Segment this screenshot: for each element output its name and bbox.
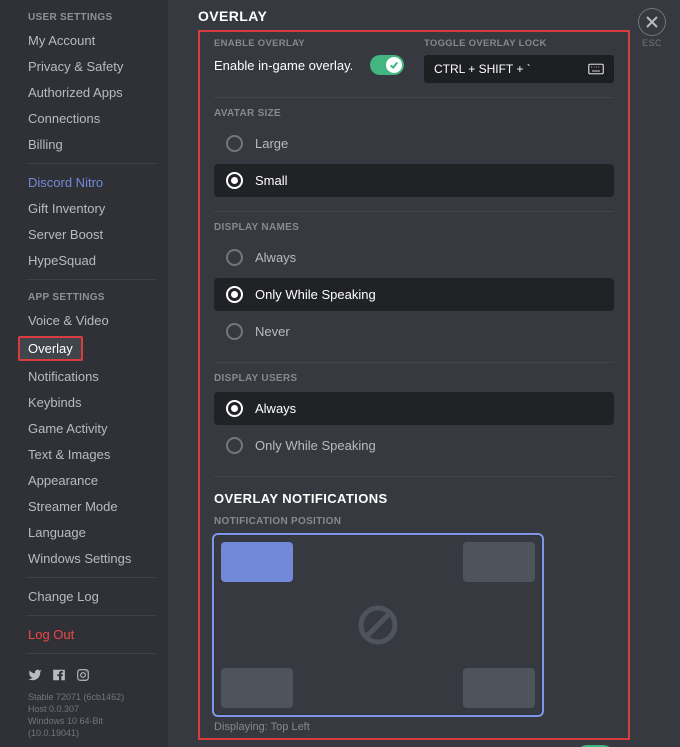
close-label: ESC (638, 38, 666, 48)
notification-position-header: NOTIFICATION POSITION (214, 516, 614, 527)
close-button[interactable]: ESC (638, 8, 666, 48)
user-settings-header: USER SETTINGS (18, 6, 160, 27)
separator (26, 163, 156, 164)
build-info: Stable 72071 (6cb1462) Host 0.0.307 Wind… (18, 691, 160, 739)
social-links (18, 660, 160, 691)
radio-icon (226, 135, 243, 152)
page-title: OVERLAY (198, 8, 630, 24)
radio-icon (226, 172, 243, 189)
sidebar-item-overlay[interactable]: Overlay (18, 336, 83, 361)
displaying-label: Displaying: Top Left (214, 721, 614, 733)
sidebar-item-server-boost[interactable]: Server Boost (18, 222, 160, 247)
settings-sidebar: USER SETTINGS My Account Privacy & Safet… (0, 0, 168, 747)
hotkey-value: CTRL + SHIFT + ` (434, 62, 531, 76)
display-names-only-speaking[interactable]: Only While Speaking (214, 278, 614, 311)
sidebar-item-voice-video[interactable]: Voice & Video (18, 308, 160, 333)
divider (214, 97, 614, 98)
position-top-left[interactable] (221, 542, 293, 582)
radio-icon (226, 323, 243, 340)
divider (214, 211, 614, 212)
radio-icon (226, 249, 243, 266)
radio-icon (226, 400, 243, 417)
avatar-size-small[interactable]: Small (214, 164, 614, 197)
sidebar-item-connections[interactable]: Connections (18, 106, 160, 131)
display-users-only-speaking[interactable]: Only While Speaking (214, 429, 614, 462)
sidebar-item-game-activity[interactable]: Game Activity (18, 416, 160, 441)
toggle-lock-header: TOGGLE OVERLAY LOCK (424, 38, 614, 49)
divider (214, 362, 614, 363)
sidebar-item-windows-settings[interactable]: Windows Settings (18, 546, 160, 571)
display-names-never[interactable]: Never (214, 315, 614, 348)
sidebar-item-my-account[interactable]: My Account (18, 28, 160, 53)
sidebar-item-language[interactable]: Language (18, 520, 160, 545)
separator (26, 279, 156, 280)
check-icon (389, 60, 399, 70)
display-names-always[interactable]: Always (214, 241, 614, 274)
sidebar-item-gift-inventory[interactable]: Gift Inventory (18, 196, 160, 221)
enable-overlay-header: ENABLE OVERLAY (214, 38, 404, 49)
sidebar-item-text-images[interactable]: Text & Images (18, 442, 160, 467)
position-bottom-left[interactable] (221, 668, 293, 708)
sidebar-item-authorized-apps[interactable]: Authorized Apps (18, 80, 160, 105)
disabled-icon (356, 603, 400, 647)
notification-position-picker (214, 535, 542, 715)
separator (26, 653, 156, 654)
separator (26, 577, 156, 578)
separator (26, 615, 156, 616)
sidebar-item-change-log[interactable]: Change Log (18, 584, 160, 609)
close-icon (638, 8, 666, 36)
sidebar-item-nitro[interactable]: Discord Nitro (18, 170, 160, 195)
enable-overlay-label: Enable in-game overlay. (214, 58, 353, 73)
position-top-right[interactable] (463, 542, 535, 582)
facebook-icon[interactable] (52, 668, 66, 685)
display-names-header: DISPLAY NAMES (214, 222, 614, 233)
avatar-size-large[interactable]: Large (214, 127, 614, 160)
radio-icon (226, 286, 243, 303)
display-users-header: DISPLAY USERS (214, 373, 614, 384)
overlay-notifications-title: OVERLAY NOTIFICATIONS (214, 491, 614, 506)
sidebar-item-streamer-mode[interactable]: Streamer Mode (18, 494, 160, 519)
position-bottom-right[interactable] (463, 668, 535, 708)
overlay-settings-box: ENABLE OVERLAY Enable in-game overlay. T… (198, 30, 630, 740)
enable-overlay-toggle[interactable] (370, 55, 404, 75)
overlay-lock-hotkey-input[interactable]: CTRL + SHIFT + ` (424, 55, 614, 83)
avatar-size-header: AVATAR SIZE (214, 108, 614, 119)
instagram-icon[interactable] (76, 668, 90, 685)
sidebar-item-logout[interactable]: Log Out (18, 622, 160, 647)
divider (214, 476, 614, 477)
sidebar-item-appearance[interactable]: Appearance (18, 468, 160, 493)
sidebar-item-privacy-safety[interactable]: Privacy & Safety (18, 54, 160, 79)
sidebar-item-keybinds[interactable]: Keybinds (18, 390, 160, 415)
display-users-always[interactable]: Always (214, 392, 614, 425)
twitter-icon[interactable] (28, 668, 42, 685)
app-settings-header: APP SETTINGS (18, 286, 160, 307)
sidebar-item-billing[interactable]: Billing (18, 132, 160, 157)
main-panel: ESC OVERLAY ENABLE OVERLAY Enable in-gam… (168, 0, 680, 747)
sidebar-item-notifications[interactable]: Notifications (18, 364, 160, 389)
radio-icon (226, 437, 243, 454)
sidebar-item-hypesquad[interactable]: HypeSquad (18, 248, 160, 273)
keyboard-icon (588, 63, 604, 75)
